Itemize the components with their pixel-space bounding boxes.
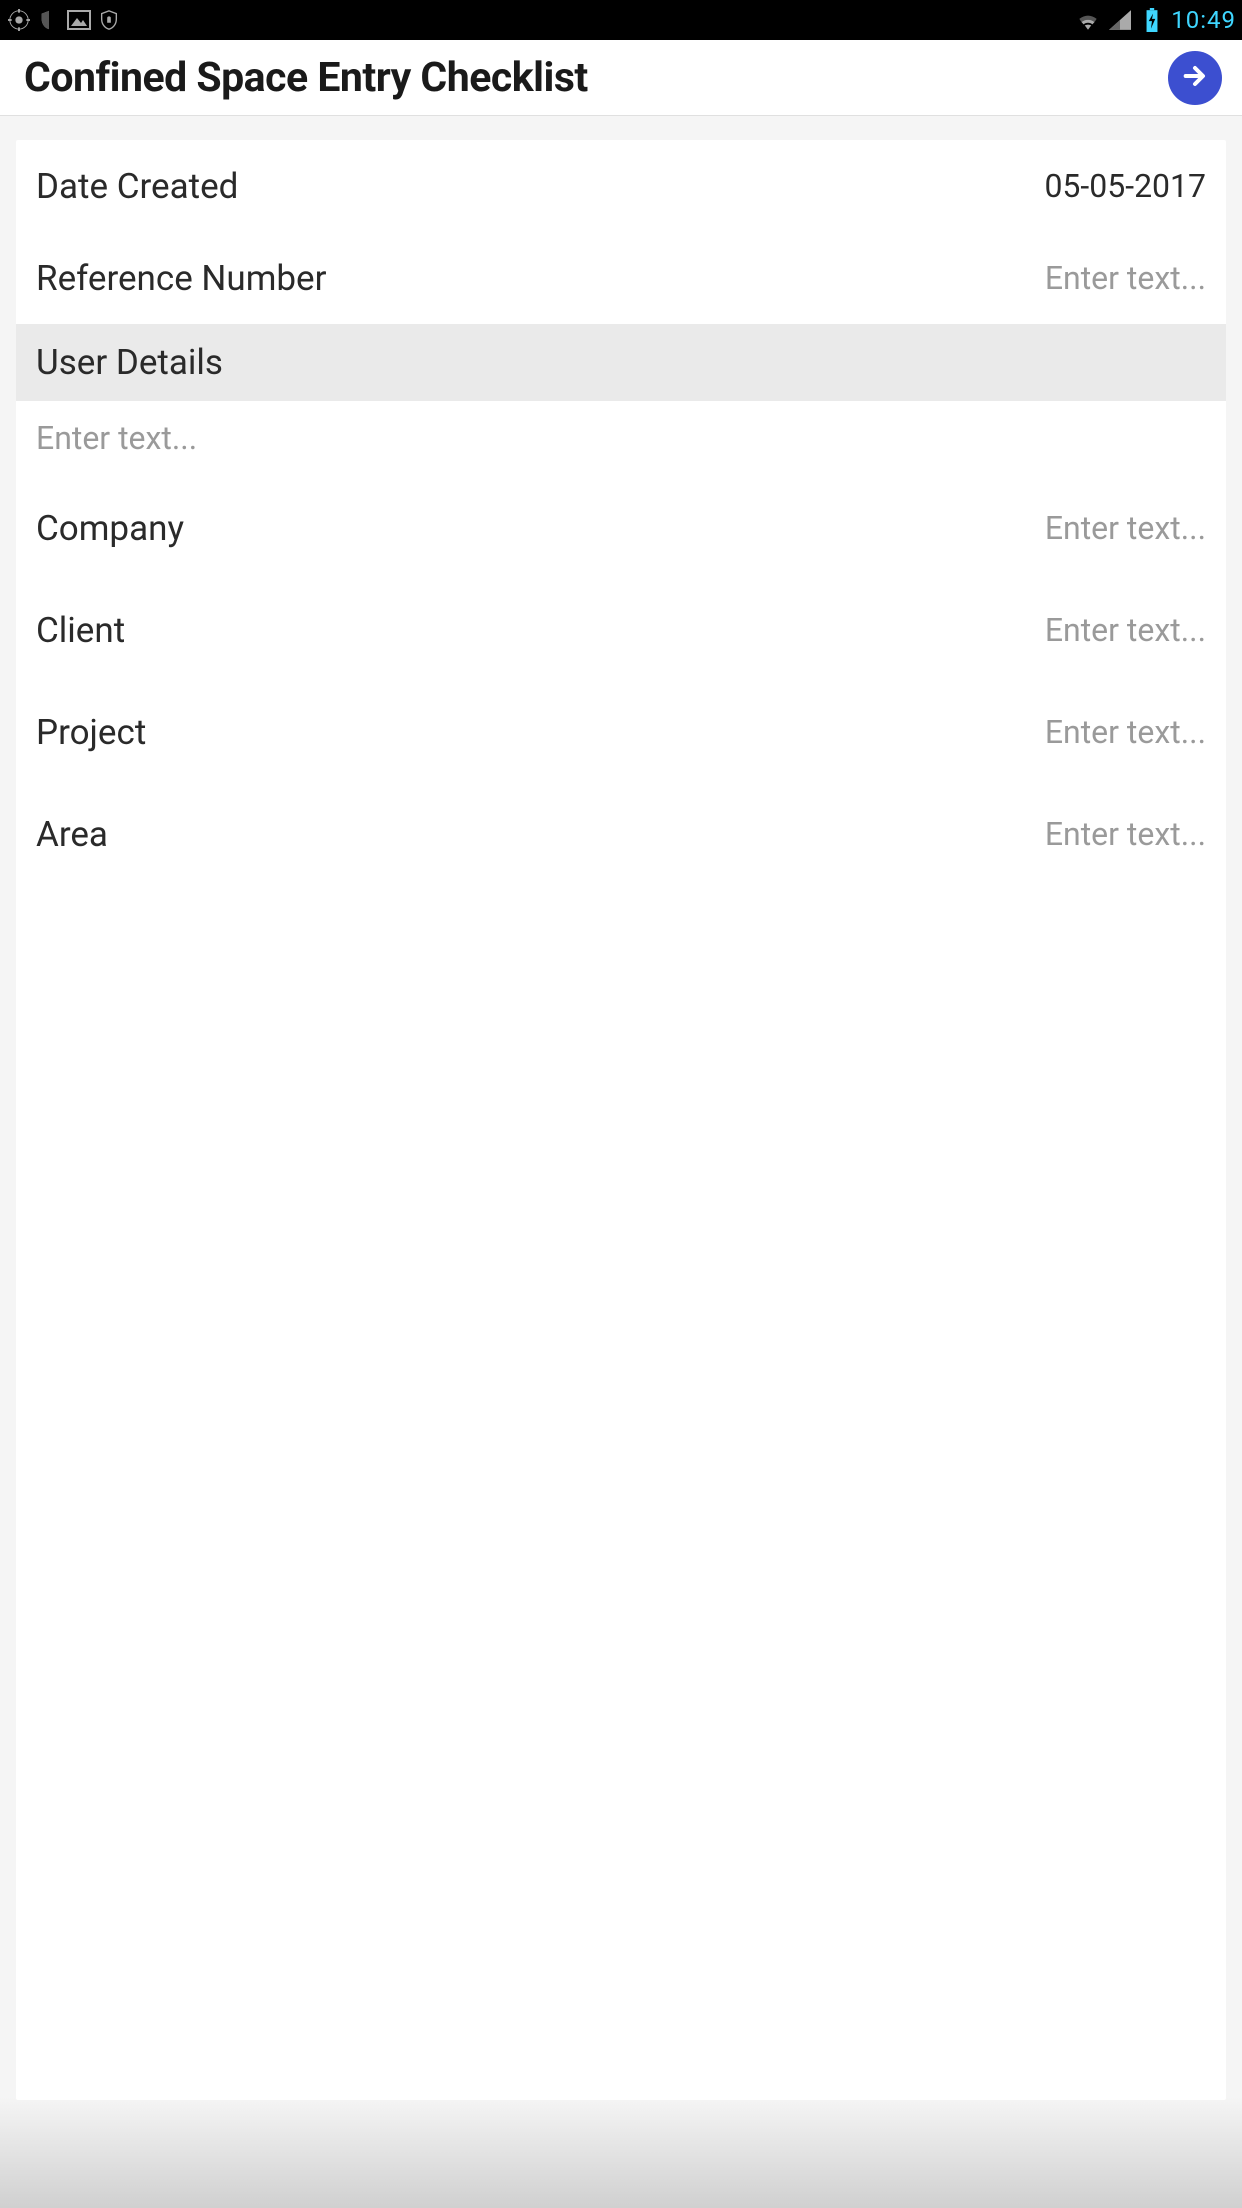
- company-label: Company: [36, 508, 184, 549]
- reference-number-label: Reference Number: [36, 258, 326, 299]
- company-placeholder: Enter text...: [1045, 509, 1206, 547]
- user-details-input[interactable]: Enter text...: [16, 401, 1226, 477]
- app-bar: Confined Space Entry Checklist: [0, 40, 1242, 116]
- status-bar-left: [6, 7, 122, 33]
- client-row[interactable]: Client Enter text...: [16, 579, 1226, 681]
- wifi-icon: [1075, 7, 1101, 33]
- shield-icon: [36, 7, 62, 33]
- arrow-right-icon: [1179, 60, 1211, 96]
- project-row[interactable]: Project Enter text...: [16, 681, 1226, 783]
- reference-number-placeholder: Enter text...: [1045, 259, 1206, 297]
- status-time: 10:49: [1171, 6, 1236, 34]
- client-placeholder: Enter text...: [1045, 611, 1206, 649]
- picture-icon: [66, 7, 92, 33]
- shield-lock-icon: [96, 7, 122, 33]
- page-title: Confined Space Entry Checklist: [24, 54, 588, 102]
- form-content: Date Created 05-05-2017 Reference Number…: [16, 140, 1226, 2100]
- project-placeholder: Enter text...: [1045, 713, 1206, 751]
- next-button[interactable]: [1168, 51, 1222, 105]
- signal-icon: [1107, 7, 1133, 33]
- reference-number-row[interactable]: Reference Number Enter text...: [16, 232, 1226, 324]
- project-label: Project: [36, 712, 146, 753]
- area-row[interactable]: Area Enter text...: [16, 783, 1226, 885]
- date-created-row[interactable]: Date Created 05-05-2017: [16, 140, 1226, 232]
- company-row[interactable]: Company Enter text...: [16, 477, 1226, 579]
- battery-icon: [1139, 7, 1165, 33]
- client-label: Client: [36, 610, 125, 651]
- status-bar-right: 10:49: [1075, 6, 1236, 34]
- user-details-section: User Details: [16, 324, 1226, 401]
- date-created-label: Date Created: [36, 166, 238, 207]
- date-created-value: 05-05-2017: [1044, 167, 1206, 205]
- location-icon: [6, 7, 32, 33]
- area-label: Area: [36, 814, 108, 855]
- status-bar: 10:49: [0, 0, 1242, 40]
- area-placeholder: Enter text...: [1045, 815, 1206, 853]
